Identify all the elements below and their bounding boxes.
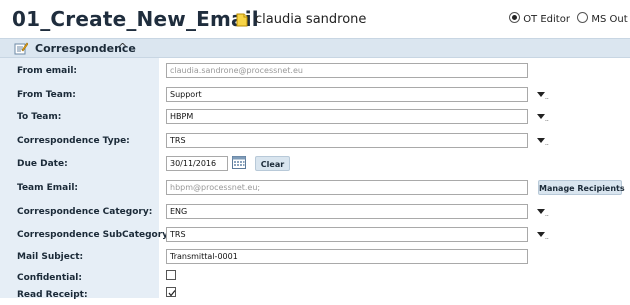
mail-subject-input[interactable]: Transmittal-0001 [166,249,528,264]
correspondence-subcategory-select[interactable]: TRS [166,227,528,242]
correspondence-category-dropdown[interactable]: .. [537,208,549,218]
calendar-icon[interactable] [232,155,246,169]
to-team-dropdown[interactable]: .. [537,113,549,123]
confidential-checkbox[interactable] [166,270,176,280]
editor-option-ms[interactable]: MS Out [577,12,628,25]
dropdown-suffix: .. [545,116,549,123]
from-team-dropdown[interactable]: .. [537,91,549,101]
correspondence-type-dropdown[interactable]: .. [537,137,549,147]
manage-recipients-button[interactable]: Manage Recipients [538,180,625,195]
due-date-input[interactable]: 30/11/2016 [166,156,228,171]
from-email-field: claudia.sandrone@processnet.eu [166,63,528,78]
dropdown-arrow-icon [537,232,545,237]
row-due-date: Due Date: 30/11/2016 Clear [0,156,630,174]
dropdown-suffix: .. [545,140,549,147]
to-team-select[interactable]: HBPM [166,109,528,124]
checkmark-icon [168,290,176,297]
page-title: 01_Create_New_Email [12,7,259,31]
team-email-field: hbpm@processnet.eu; [166,180,528,195]
confidential-label: Confidential: [17,273,82,283]
to-team-label: To Team: [17,112,62,122]
row-mail-subject: Mail Subject: Transmittal-0001 [0,249,630,267]
editor-option-ot[interactable]: OT Editor [509,12,570,25]
page-header: 01_Create_New_Email claudia sandrone OT … [0,0,630,38]
dropdown-arrow-icon [537,138,545,143]
chevron-up-icon[interactable]: ^ [118,41,127,54]
correspondence-subcategory-dropdown[interactable]: .. [537,231,549,241]
row-from-email: From email: claudia.sandrone@processnet.… [0,63,630,81]
dropdown-suffix: .. [545,94,549,101]
dropdown-arrow-icon [537,92,545,97]
correspondence-subcategory-label: Correspondence SubCategory: [17,230,172,240]
row-confidential: Confidential: [0,270,630,288]
dropdown-arrow-icon [537,209,545,214]
dropdown-arrow-icon [537,114,545,119]
radio-ms-outlook[interactable] [577,12,589,23]
read-receipt-label: Read Receipt: [17,290,88,300]
row-correspondence-subcategory: Correspondence SubCategory: TRS .. [0,227,630,245]
clear-date-button[interactable]: Clear [255,156,290,171]
correspondence-section-header[interactable]: Correspondence ^ [0,38,630,58]
correspondence-type-select[interactable]: TRS [166,133,528,148]
from-team-label: From Team: [17,90,76,100]
correspondence-category-label: Correspondence Category: [17,207,153,217]
editor-option-ms-label: MS Out [591,14,628,25]
row-correspondence-type: Correspondence Type: TRS .. [0,133,630,151]
editor-option-ot-label: OT Editor [523,14,570,25]
user-icon [236,13,248,27]
edit-form-icon [14,42,28,55]
correspondence-type-label: Correspondence Type: [17,136,130,146]
radio-ot-editor[interactable] [509,12,520,23]
from-team-select[interactable]: Support [166,87,528,102]
row-correspondence-category: Correspondence Category: ENG .. [0,204,630,222]
correspondence-category-select[interactable]: ENG [166,204,528,219]
read-receipt-checkbox[interactable] [166,287,176,297]
dropdown-suffix: .. [545,211,549,218]
row-from-team: From Team: Support .. [0,87,630,105]
team-email-label: Team Email: [17,183,79,193]
editor-toggle: OT Editor MS Out [509,12,630,25]
row-to-team: To Team: HBPM .. [0,109,630,127]
from-email-label: From email: [17,66,78,76]
dropdown-suffix: .. [545,234,549,241]
row-team-email: Team Email: hbpm@processnet.eu; Manage R… [0,180,630,198]
user-name: claudia sandrone [255,12,367,27]
mail-subject-label: Mail Subject: [17,252,84,262]
due-date-label: Due Date: [17,159,68,169]
row-read-receipt: Read Receipt: [0,287,630,305]
